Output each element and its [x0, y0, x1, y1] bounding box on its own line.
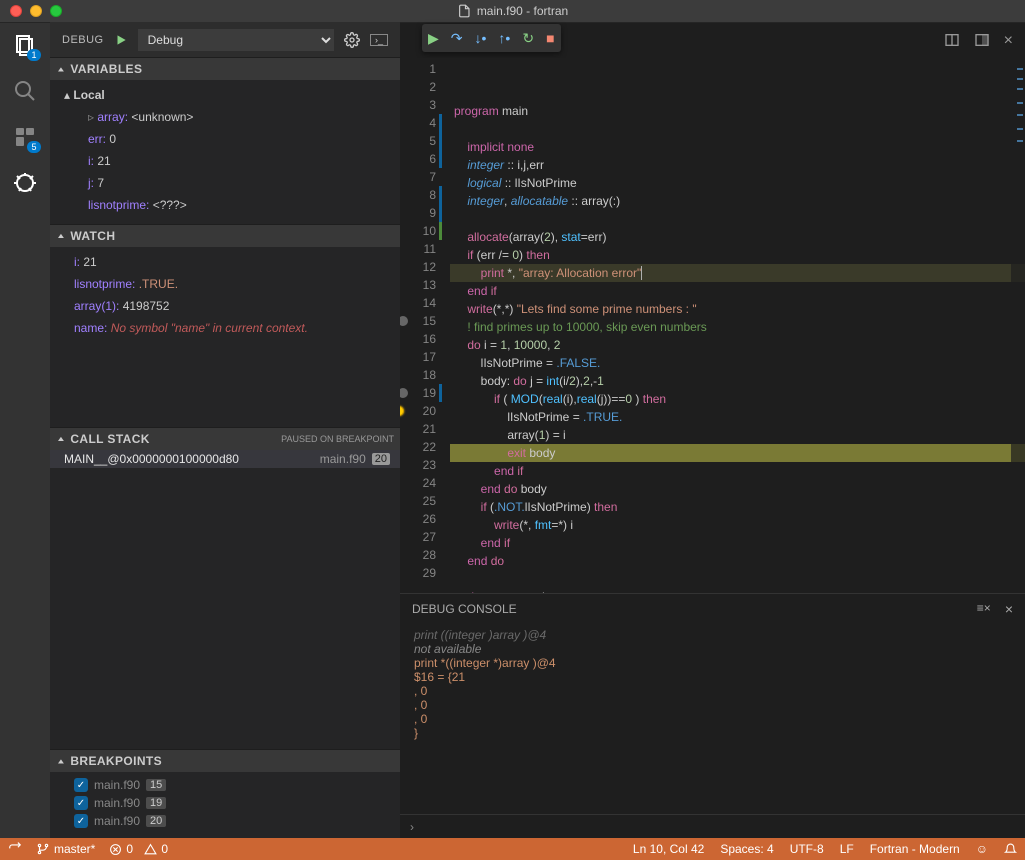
- breakpoint-row[interactable]: ✓main.f9019: [50, 794, 400, 812]
- variable-row[interactable]: lisnotprime: <???>: [50, 194, 400, 216]
- variable-row[interactable]: i: 21: [50, 150, 400, 172]
- window-controls: [0, 5, 62, 17]
- breakpoint-row[interactable]: ✓main.f9015: [50, 776, 400, 794]
- debug-console-tab[interactable]: DEBUG CONSOLE: [412, 602, 517, 616]
- git-branch[interactable]: master*: [36, 842, 95, 856]
- code-editor[interactable]: 1234567891011121314151617181920212223242…: [400, 58, 1025, 593]
- variables-section-header[interactable]: ▲VARIABLES: [50, 58, 400, 80]
- indentation-status[interactable]: Spaces: 4: [720, 842, 773, 856]
- language-mode[interactable]: Fortran - Modern: [870, 842, 960, 856]
- problems-status[interactable]: 0 0: [109, 842, 168, 856]
- debug-console-toggle[interactable]: ›_: [370, 34, 388, 46]
- extensions-activity[interactable]: 5: [11, 123, 39, 151]
- split-editor-icon[interactable]: [944, 32, 960, 50]
- console-input[interactable]: ›: [400, 814, 1025, 838]
- minimize-window-button[interactable]: [30, 5, 42, 17]
- stack-frame[interactable]: MAIN__@0x0000000100000d80 main.f90 20: [50, 450, 400, 468]
- debug-console-panel: DEBUG CONSOLE ≡× × print ((integer )arra…: [400, 593, 1025, 838]
- explorer-badge: 1: [27, 49, 41, 61]
- window-title-text: main.f90 - fortran: [477, 4, 568, 18]
- configure-icon[interactable]: [344, 32, 360, 48]
- breakpoint-row[interactable]: ✓main.f9020: [50, 812, 400, 830]
- editor-group: ▶ ↷ ↓• ↑• ↻ ■ × 123456789101112131415161…: [400, 22, 1025, 838]
- step-out-button[interactable]: ↑•: [498, 30, 510, 46]
- variable-row[interactable]: ▹ array: <unknown>: [50, 106, 400, 128]
- activity-bar: 1 5: [0, 22, 50, 838]
- debug-toolbar: ▶ ↷ ↓• ↑• ↻ ■: [422, 24, 561, 52]
- minimap[interactable]: [1011, 58, 1025, 593]
- watch-row[interactable]: name: No symbol "name" in current contex…: [50, 317, 400, 339]
- close-panel-icon[interactable]: ×: [1005, 601, 1013, 617]
- more-actions-icon[interactable]: [974, 32, 990, 50]
- debug-activity[interactable]: [11, 169, 39, 197]
- start-debug-button[interactable]: [114, 33, 128, 47]
- encoding-status[interactable]: UTF-8: [790, 842, 824, 856]
- debug-sidebar: DEBUG Debug ›_ ▲VARIABLES ▴ Local ▹ arra…: [50, 22, 400, 838]
- close-editor-icon[interactable]: ×: [1004, 32, 1013, 50]
- status-bar: master* 0 0 Ln 10, Col 42 Spaces: 4 UTF-…: [0, 838, 1025, 860]
- window-title: main.f90 - fortran: [457, 4, 568, 18]
- watch-row[interactable]: array(1): 4198752: [50, 295, 400, 317]
- stop-button[interactable]: ■: [546, 30, 554, 46]
- continue-button[interactable]: ▶: [428, 30, 439, 47]
- cursor-position[interactable]: Ln 10, Col 42: [633, 842, 704, 856]
- editor-tabbar: ▶ ↷ ↓• ↑• ↻ ■ ×: [400, 23, 1025, 58]
- extensions-badge: 5: [27, 141, 41, 153]
- watch-section-header[interactable]: ▲WATCH: [50, 225, 400, 247]
- step-over-button[interactable]: ↷: [451, 30, 463, 47]
- close-window-button[interactable]: [10, 5, 22, 17]
- title-bar: main.f90 - fortran: [0, 0, 1025, 22]
- debug-header: DEBUG Debug ›_: [50, 22, 400, 57]
- variable-row[interactable]: err: 0: [50, 128, 400, 150]
- feedback-icon[interactable]: ☺: [976, 842, 988, 856]
- step-into-button[interactable]: ↓•: [475, 30, 487, 46]
- debug-label: DEBUG: [62, 34, 104, 46]
- explorer-activity[interactable]: 1: [11, 31, 39, 59]
- variable-row[interactable]: j: 7: [50, 172, 400, 194]
- zoom-window-button[interactable]: [50, 5, 62, 17]
- eol-status[interactable]: LF: [840, 842, 854, 856]
- search-activity[interactable]: [11, 77, 39, 105]
- watch-row[interactable]: i: 21: [50, 251, 400, 273]
- restart-button[interactable]: ↻: [522, 30, 534, 47]
- notifications-icon[interactable]: [1004, 843, 1017, 856]
- file-icon: [457, 4, 471, 18]
- clear-console-icon[interactable]: ≡×: [977, 601, 991, 617]
- watch-row[interactable]: lisnotprime: .TRUE.: [50, 273, 400, 295]
- sync-status[interactable]: [8, 842, 22, 856]
- console-output[interactable]: print ((integer )array )@4 not available…: [400, 624, 1025, 814]
- locals-scope[interactable]: ▴ Local: [50, 84, 400, 106]
- launch-config-select[interactable]: Debug: [138, 29, 334, 51]
- breakpoints-section-header[interactable]: ▲BREAKPOINTS: [50, 750, 400, 772]
- callstack-section-header[interactable]: ▲CALL STACKPAUSED ON BREAKPOINT: [50, 428, 400, 450]
